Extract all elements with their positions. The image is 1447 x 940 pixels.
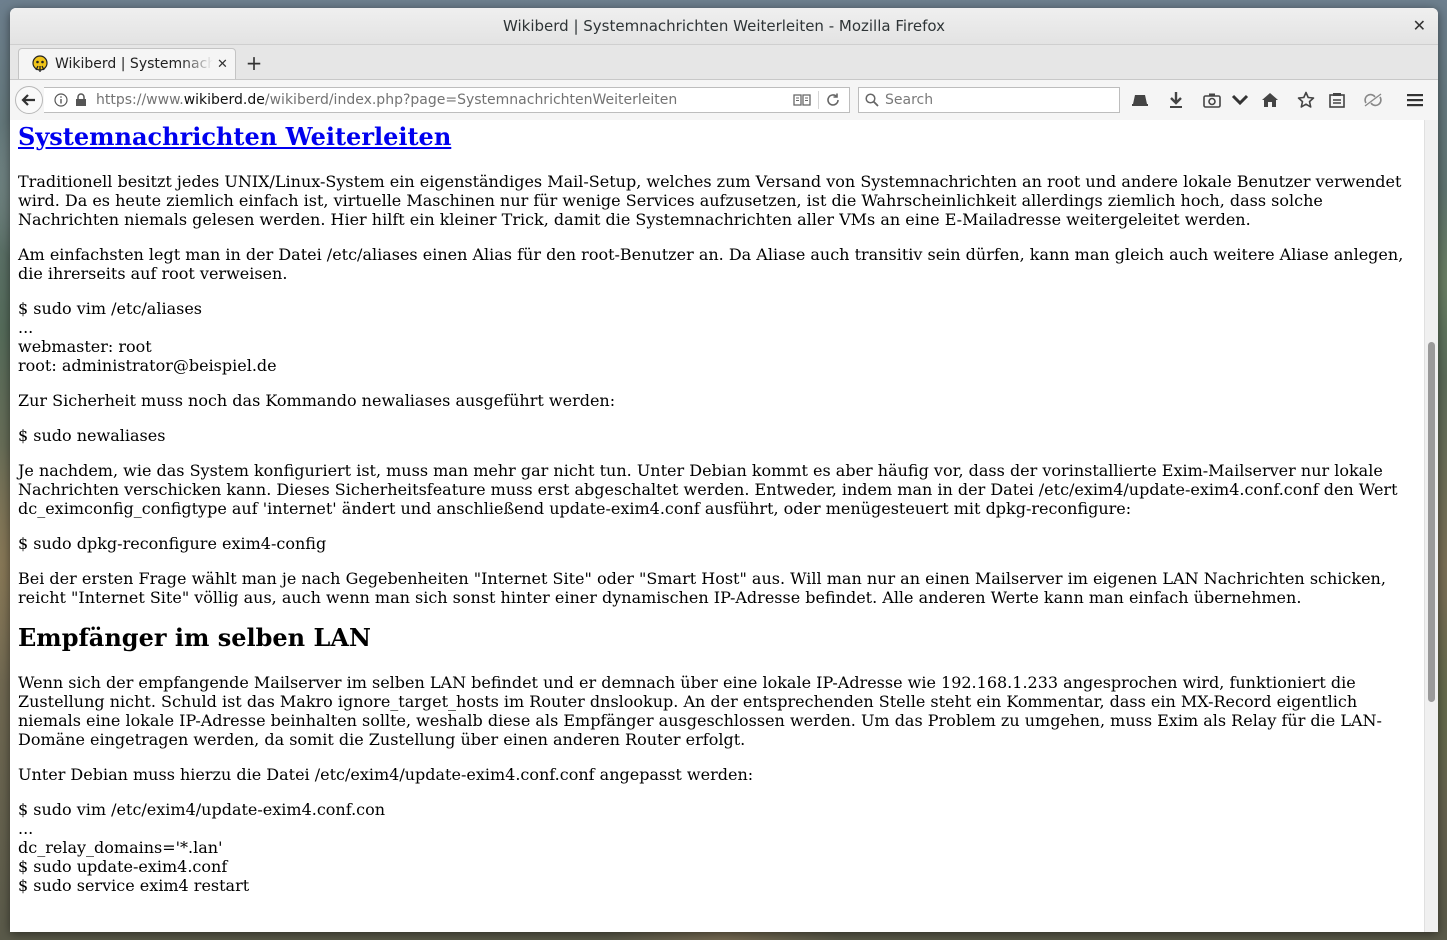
pocket-icon[interactable] [1230, 90, 1250, 110]
code-block-aliases: $ sudo vim /etc/aliases ... webmaster: r… [18, 299, 1416, 375]
menu-icon[interactable] [1405, 90, 1425, 110]
url-prefix: https://www. [96, 92, 184, 108]
new-tab-button[interactable]: + [242, 51, 266, 75]
favicon-bird-icon [31, 55, 49, 73]
navigation-toolbar: https://www.wikiberd.de/wikiberd/index.p… [10, 80, 1438, 121]
url-separator [818, 91, 819, 109]
code-line: ... [18, 318, 34, 337]
url-bar[interactable]: https://www.wikiberd.de/wikiberd/index.p… [44, 87, 850, 113]
code-line: webmaster: root [18, 337, 152, 356]
sync-icon[interactable] [1363, 90, 1383, 110]
lock-icon[interactable] [72, 93, 90, 107]
code-line: ... [18, 819, 34, 838]
vertical-scrollbar[interactable] [1424, 120, 1438, 932]
section-heading-lan: Empfänger im selben LAN [18, 623, 371, 652]
reader-view-icon[interactable] [793, 92, 811, 112]
site-info-icon[interactable] [50, 93, 72, 107]
search-input[interactable]: Search [885, 92, 933, 108]
window-title: Wikiberd | Systemnachrichten Weiterleite… [502, 17, 945, 35]
downloads-icon[interactable] [1166, 90, 1186, 110]
paragraph-debian-conf: Unter Debian muss hierzu die Datei /etc/… [18, 765, 754, 784]
reload-icon[interactable] [825, 92, 841, 112]
window-close-button[interactable]: ✕ [1413, 16, 1426, 35]
paragraph-intro: Traditionell besitzt jedes UNIX/Linux-Sy… [18, 172, 1402, 229]
code-line: $ sudo vim /etc/exim4/update-exim4.conf.… [18, 800, 386, 819]
page-title: Systemnachrichten Weiterleiten [18, 122, 1416, 152]
url-host: wikiberd.de [183, 92, 265, 108]
code-block-newaliases: $ sudo newaliases [18, 426, 166, 445]
reading-list-icon[interactable] [1327, 90, 1347, 110]
back-arrow-icon [21, 94, 35, 106]
paragraph-aliases: Am einfachsten legt man in der Datei /et… [18, 245, 1404, 283]
back-button[interactable] [15, 86, 43, 114]
tab-close-button[interactable]: ✕ [217, 57, 228, 72]
code-line: $ sudo update-exim4.conf [18, 857, 228, 876]
code-line: $ sudo vim /etc/aliases [18, 299, 202, 318]
home-icon[interactable] [1260, 90, 1280, 110]
page-content: Systemnachrichten Weiterleiten Tradition… [10, 120, 1424, 932]
search-icon [865, 93, 879, 107]
screenshot-icon[interactable] [1202, 90, 1222, 110]
code-block-dpkg: $ sudo dpkg-reconfigure exim4-config [18, 534, 327, 553]
code-line: root: administrator@beispiel.de [18, 356, 277, 375]
code-block-relay: $ sudo vim /etc/exim4/update-exim4.conf.… [18, 800, 1416, 895]
code-line: dc_relay_domains='*.lan' [18, 838, 223, 857]
page-title-link[interactable]: Systemnachrichten Weiterleiten [18, 122, 451, 151]
history-icon[interactable] [1130, 90, 1150, 110]
code-line: $ sudo service exim4 restart [18, 876, 250, 895]
browser-window: Wikiberd | Systemnachrichten Weiterleite… [10, 8, 1438, 932]
paragraph-exim: Je nachdem, wie das System konfiguriert … [18, 461, 1398, 518]
paragraph-newaliases: Zur Sicherheit muss noch das Kommando ne… [18, 391, 616, 410]
url-text[interactable]: https://www.wikiberd.de/wikiberd/index.p… [96, 92, 677, 108]
tab-active[interactable]: Wikiberd | Systemnachrichten Weiterleite… [18, 48, 236, 79]
url-path: /wikiberd/index.php?page=Systemnachricht… [264, 92, 678, 108]
scrollbar-thumb[interactable] [1428, 342, 1435, 702]
bookmark-star-icon[interactable] [1296, 90, 1316, 110]
paragraph-lan: Wenn sich der empfangende Mailserver im … [18, 673, 1382, 749]
search-bar[interactable]: Search [858, 87, 1120, 113]
window-titlebar: Wikiberd | Systemnachrichten Weiterleite… [10, 8, 1438, 45]
tab-label: Wikiberd | Systemnachrichten Weiterleite… [55, 56, 213, 72]
paragraph-internet-site: Bei der ersten Frage wählt man je nach G… [18, 569, 1386, 607]
tab-strip: Wikiberd | Systemnachrichten Weiterleite… [10, 45, 1438, 80]
